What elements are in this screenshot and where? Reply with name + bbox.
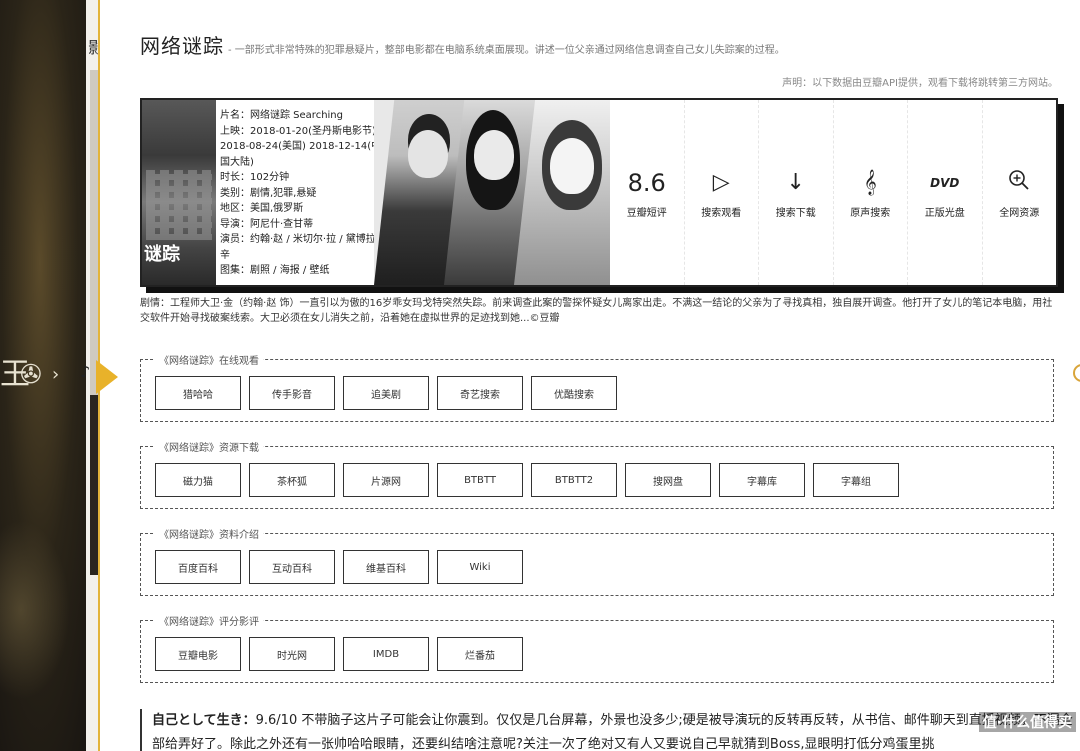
page-subtitle: - 一部形式非常特殊的犯罪悬疑片，整部电影都在电脑系统桌面展现。讲述一位父亲通过… [228,45,785,56]
section-buttons: 百度百科 互动百科 维基百科 Wiki [155,550,523,584]
movie-info: 片名：网络谜踪 Searching 上映：2018-01-20(圣丹斯电影节) … [220,108,390,279]
info-cast[interactable]: 演员：约翰·赵 / 米切尔·拉 / 黛博拉·梅辛 [220,232,390,263]
cast-photos [374,100,610,285]
review-text: 自己として生き：9.6/10 不带脑子这片子可能会让你震到。仅仅是几台屏幕，外景… [140,709,1080,751]
link-button[interactable]: 传手影音 [249,376,335,410]
link-button[interactable]: 茶杯狐 [249,463,335,497]
link-button[interactable]: 百度百科 [155,550,241,584]
section-online-watch: 《网络谜踪》在线观看 猎哈哈 传手影音 追美剧 奇艺搜索 优酷搜索 [140,352,1054,422]
info-release: 上映：2018-01-20(圣丹斯电影节) 2018-08-24(美国) 201… [220,125,382,168]
info-director[interactable]: 导演：阿尼什·查甘蒂 [220,217,390,233]
info-name: 片名：网络谜踪 Searching [220,110,343,121]
search-download-button[interactable]: ↓ 搜索下载 [758,100,833,285]
section-download: 《网络谜踪》资源下载 磁力猫 茶杯狐 片源网 BTBTT BTBTT2 搜网盘 … [140,439,1054,509]
watermark: 值·什么值得买 [978,712,1076,732]
score-value: 8.6 [627,169,666,197]
link-button[interactable]: Wiki [437,550,523,584]
douban-score[interactable]: 8.6 豆瓣短评 [610,100,684,285]
link-button[interactable]: 维基百科 [343,550,429,584]
all-resources-button[interactable]: 全网资源 [981,100,1057,285]
movie-metrics: 8.6 豆瓣短评 ▷ 搜索观看 ↓ 搜索下载 𝄞 原声搜索 DVD 正版光盘 全… [610,100,1056,285]
link-button[interactable]: 时光网 [249,637,335,671]
background-glow [0,520,70,700]
metric-label: 正版光盘 [924,208,965,219]
metric-label: 豆瓣短评 [626,208,667,219]
section-buttons: 豆瓣电影 时光网 IMDB 烂番茄 [155,637,523,671]
music-icon: 𝄞 [863,170,877,195]
notice-text: 声明：以下数据由豆瓣API提供，观看下载将跳转第三方网站。 [782,78,1058,89]
link-button[interactable]: 磁力猫 [155,463,241,497]
link-button[interactable]: 字幕库 [719,463,805,497]
metric-label: 原声搜索 [850,208,891,219]
poster-grid [146,170,212,240]
link-button[interactable]: 奇艺搜索 [437,376,523,410]
link-button[interactable]: BTBTT [437,463,523,497]
section-legend: 《网络谜踪》资源下载 [155,439,263,454]
metric-label: 搜索观看 [701,208,742,219]
info-region: 地区：美国,俄罗斯 [220,203,304,214]
section-legend: 《网络谜踪》评分影评 [155,613,263,628]
section-buttons: 磁力猫 茶杯狐 片源网 BTBTT BTBTT2 搜网盘 字幕库 字幕组 [155,463,899,497]
metric-label: 搜索下载 [775,208,816,219]
link-button[interactable]: IMDB [343,637,429,671]
chevron-right-icon[interactable]: › [52,364,59,385]
link-button[interactable]: 追美剧 [343,376,429,410]
info-gallery[interactable]: 图集：剧照 / 海报 / 壁纸 [220,263,390,279]
dvd-button[interactable]: DVD 正版光盘 [907,100,982,285]
movie-poster[interactable]: 谜踪 [142,100,216,285]
review-author: 自己として生き： [152,713,256,728]
link-button[interactable]: 优酷搜索 [531,376,617,410]
link-button[interactable]: 烂番茄 [437,637,523,671]
search-icon [1007,168,1031,198]
headphone-icon[interactable]: ♪ [80,362,90,381]
dvd-icon: DVD [930,176,960,190]
info-duration: 时长：102分钟 [220,172,290,183]
search-watch-button[interactable]: ▷ 搜索观看 [683,100,759,285]
page-title: 网络谜踪 [140,34,224,58]
link-button[interactable]: 字幕组 [813,463,899,497]
section-info: 《网络谜踪》资料介绍 百度百科 互动百科 维基百科 Wiki [140,526,1054,596]
info-genre: 类别：剧情,犯罪,悬疑 [220,187,317,199]
poster-title: 谜踪 [144,244,180,265]
section-legend: 《网络谜踪》资料介绍 [155,526,263,541]
review-body: 9.6/10 不带脑子这片子可能会让你震到。仅仅是几台屏幕，外景也没多少;硬是被… [152,713,1073,751]
soundtrack-search-button[interactable]: 𝄞 原声搜索 [832,100,908,285]
plot-summary: 剧情：工程师大卫·金（约翰·赵 饰）一直引以为傲的16岁乖女玛戈特突然失踪。前来… [140,298,1053,324]
movie-card: 谜踪 片名：网络谜踪 Searching 上映：2018-01-20(圣丹斯电影… [140,98,1058,287]
play-icon: ▷ [712,170,730,195]
section-reviews: 《网络谜踪》评分影评 豆瓣电影 时光网 IMDB 烂番茄 [140,613,1054,683]
link-button[interactable]: 搜网盘 [625,463,711,497]
link-button[interactable]: 猎哈哈 [155,376,241,410]
section-legend: 《网络谜踪》在线观看 [155,352,263,367]
film-reel-icon[interactable]: ✇ [20,360,50,390]
header: 网络谜踪 - 一部形式非常特殊的犯罪悬疑片，整部电影都在电脑系统桌面展现。讲述一位… [140,30,785,59]
movie-panel: 网络谜踪 - 一部形式非常特殊的犯罪悬疑片，整部电影都在电脑系统桌面展现。讲述一位… [98,0,1080,751]
link-button[interactable]: BTBTT2 [531,463,617,497]
gold-arrow-icon[interactable] [96,360,118,394]
metric-label: 全网资源 [999,208,1040,219]
download-icon: ↓ [786,170,805,195]
link-button[interactable]: 互动百科 [249,550,335,584]
link-button[interactable]: 片源网 [343,463,429,497]
section-buttons: 猎哈哈 传手影音 追美剧 奇艺搜索 优酷搜索 [155,376,617,410]
link-button[interactable]: 豆瓣电影 [155,637,241,671]
